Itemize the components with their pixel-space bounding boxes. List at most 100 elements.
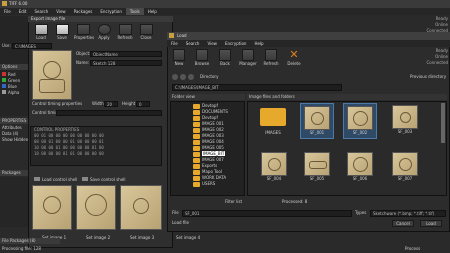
- dialog-toolbar-browse[interactable]: Browse: [193, 49, 211, 71]
- toolbar-apply-label: Apply: [98, 35, 110, 40]
- file-tile[interactable]: SF_006: [343, 150, 377, 186]
- folder-icon: [193, 103, 200, 109]
- nav-up-button[interactable]: [188, 74, 194, 80]
- dialog-toolbar-back-label: Back: [220, 61, 230, 66]
- file-packages-status: File Packages (8): [0, 238, 60, 244]
- set-image-label-2: Set image 2: [86, 235, 111, 240]
- toolbar-close-label: Close: [140, 35, 152, 40]
- processing-status: Processing file: 128: [2, 246, 41, 251]
- delete-x-icon: ✕: [289, 48, 299, 61]
- menu-help[interactable]: Help: [144, 8, 161, 15]
- directory-label: Directory: [200, 74, 219, 79]
- dialog-status-connected: Connected: [426, 60, 448, 65]
- refresh-icon: [118, 24, 132, 35]
- file-tile-label: SF_005: [309, 176, 325, 181]
- channel-alpha-label: Alpha: [8, 90, 20, 95]
- path-label: Use:: [2, 43, 11, 48]
- menu-encryption[interactable]: Encryption: [96, 8, 125, 15]
- sketch-circle: [85, 194, 107, 216]
- set-image-thumb-1[interactable]: [32, 185, 72, 230]
- folder-item[interactable]: USERS: [193, 181, 242, 187]
- close-icon: [139, 24, 153, 35]
- file-tile-label: SF_003: [397, 129, 413, 134]
- set-image-label-3: Set image 3: [130, 235, 155, 240]
- toolbar-properties-label: Properties: [74, 35, 95, 40]
- nav-back-button[interactable]: [172, 74, 178, 80]
- toolbar-refresh-label: Refresh: [117, 35, 133, 40]
- export-window-titlebar: Export image file: [28, 16, 173, 22]
- folder-item-label: Devtopf: [202, 103, 218, 108]
- toolbar-close[interactable]: Close: [137, 24, 155, 44]
- file-tile-label: SF_004: [266, 176, 282, 181]
- menu-edit[interactable]: Edit: [15, 8, 31, 15]
- toolbar-save[interactable]: Save: [53, 24, 71, 44]
- nav-forward-button[interactable]: [180, 74, 186, 80]
- folders-header: Folder view: [170, 94, 245, 100]
- dialog-toolbar-new[interactable]: New: [170, 49, 188, 71]
- files-scrollbar[interactable]: [441, 103, 445, 143]
- green-swatch: [2, 78, 6, 82]
- file-name-input[interactable]: SF_001: [182, 210, 352, 217]
- previous-directory-label[interactable]: Previous directory: [410, 74, 446, 80]
- menu-view[interactable]: View: [52, 8, 70, 15]
- control-width-field[interactable]: 20: [104, 101, 118, 107]
- toolbar-properties[interactable]: Properties: [74, 24, 95, 44]
- refresh-icon: [265, 49, 277, 61]
- dialog-toolbar-delete-label: Delete: [287, 61, 301, 66]
- control-timing-field[interactable]: [56, 110, 162, 116]
- folder-icon: [193, 139, 200, 145]
- dialog-toolbar-delete[interactable]: ✕ Delete: [285, 49, 303, 71]
- red-swatch: [2, 72, 6, 76]
- toolbar-load[interactable]: Load: [32, 24, 50, 44]
- prop-show-hidden[interactable]: Show Hidden: [2, 137, 28, 143]
- sketch-thumbnail: [347, 152, 373, 176]
- load-control-shell[interactable]: Load control shell: [34, 177, 77, 183]
- sketch-circle: [133, 198, 149, 214]
- menu-search[interactable]: Search: [30, 8, 52, 15]
- load-button[interactable]: Load: [420, 220, 442, 227]
- menu-packages[interactable]: Packages: [70, 8, 97, 15]
- types-select[interactable]: Sketchware (*.bmp; *.tiff; *.tif): [370, 210, 446, 217]
- dialog-menu-file[interactable]: File: [167, 40, 182, 47]
- directory-path-field[interactable]: C:\IMAGES\IMAGE_BIT: [172, 84, 342, 91]
- file-tile[interactable]: SF_005: [300, 150, 334, 186]
- sketch-thumbnail: [304, 152, 330, 176]
- toolbar-refresh[interactable]: Refresh: [116, 24, 134, 44]
- folder-item-label: IMAGE 001: [202, 121, 224, 126]
- dialog-menu-search[interactable]: Search: [182, 40, 204, 47]
- folder-icon: [260, 108, 286, 126]
- file-tile[interactable]: SF_003: [388, 103, 422, 139]
- menu-tools[interactable]: Tools: [125, 8, 144, 15]
- object-field[interactable]: ObjectName: [90, 51, 162, 57]
- dialog-menu-encryption[interactable]: Encryption: [221, 40, 250, 47]
- properties-header: PROPERTIES: [0, 118, 28, 124]
- folder-item-label: Exports: [202, 163, 218, 168]
- dialog-toolbar-manager[interactable]: Manager: [239, 49, 257, 71]
- file-tile[interactable]: SF_007: [388, 150, 422, 186]
- filter-list-label[interactable]: Filter list: [225, 199, 242, 205]
- set-image-thumb-2[interactable]: [76, 185, 116, 230]
- channel-alpha[interactable]: Alpha: [2, 90, 28, 96]
- file-tile[interactable]: SF_002: [343, 103, 377, 139]
- name-field[interactable]: Sketch 128: [90, 60, 162, 66]
- file-tile-selected[interactable]: SF_001: [300, 103, 334, 139]
- control-height-field[interactable]: 0: [136, 101, 150, 107]
- load-dialog-menubar: File Search View Encryption Help: [167, 40, 450, 47]
- set-image-thumb-3[interactable]: [120, 185, 162, 230]
- file-tile-folder[interactable]: IMAGES: [258, 106, 288, 136]
- hex-panel: CONTROL PROPERTIES 00 01 00 00 00 00 00 …: [30, 126, 162, 166]
- cancel-button[interactable]: Cancel: [392, 220, 414, 227]
- file-tile[interactable]: SF_004: [257, 150, 291, 186]
- sketch-thumbnail: [347, 106, 373, 130]
- folder-icon: [193, 181, 200, 187]
- folder-icon: [193, 157, 200, 163]
- dialog-toolbar-back[interactable]: Back: [216, 49, 234, 71]
- dialog-menu-help[interactable]: Help: [250, 40, 267, 47]
- dialog-toolbar-refresh[interactable]: Refresh: [262, 49, 280, 71]
- save-control-shell[interactable]: Save control shell: [82, 177, 126, 183]
- menu-file[interactable]: File: [0, 8, 15, 15]
- toolbar-apply[interactable]: Apply: [95, 24, 113, 44]
- load-file-label: Load file: [172, 220, 189, 225]
- dialog-menu-view[interactable]: View: [203, 40, 221, 47]
- file-tile-label: SF_006: [352, 176, 368, 181]
